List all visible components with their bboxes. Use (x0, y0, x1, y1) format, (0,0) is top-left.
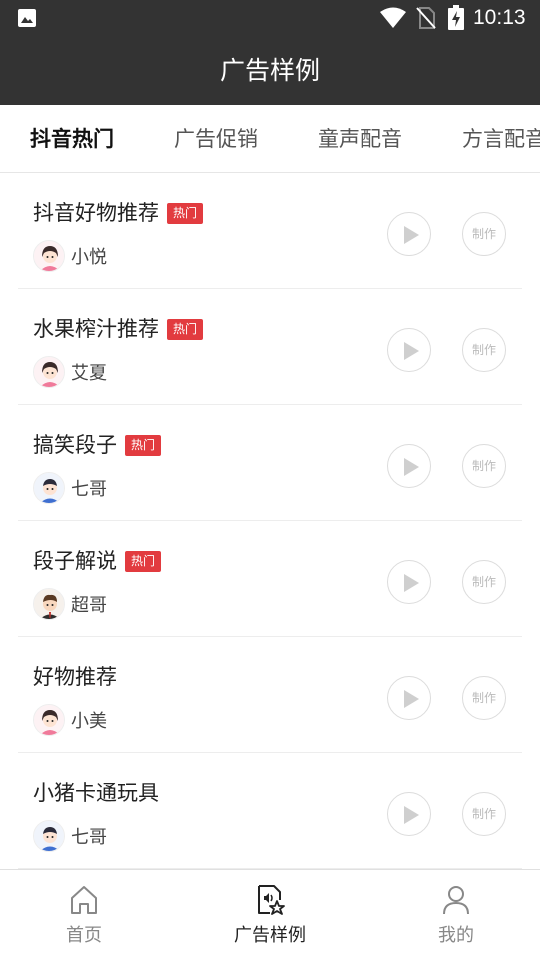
play-button[interactable] (387, 676, 431, 720)
item-name: 水果榨汁推荐 (33, 317, 159, 341)
list-item[interactable]: 抖音好物推荐 热门 小悦 制作 (18, 173, 522, 289)
sample-list: 抖音好物推荐 热门 小悦 制作 水果榨汁推荐 热门 艾夏 制作 搞笑段子 热门 … (0, 173, 540, 869)
list-item[interactable]: 段子解说 热门 超哥 制作 (18, 521, 522, 637)
bottom-nav: 首页 广告样例 我的 (0, 869, 540, 960)
hot-badge: 热门 (125, 434, 162, 456)
home-icon (71, 886, 97, 914)
list-item[interactable]: 小猪卡通玩具 七哥 制作 (18, 753, 522, 869)
make-button[interactable]: 制作 (462, 328, 506, 372)
status-bar: 10:13 (0, 0, 540, 36)
voice-name: 小悦 (71, 247, 107, 268)
hot-badge: 热门 (167, 318, 204, 340)
nav-ad-samples[interactable]: 广告样例 (210, 870, 330, 960)
boy-avatar (33, 472, 65, 504)
nav-mine-label: 我的 (438, 925, 474, 946)
play-button[interactable] (387, 444, 431, 488)
status-time: 10:13 (473, 6, 526, 29)
play-icon (404, 690, 419, 708)
girl-avatar (33, 704, 65, 736)
gallery-icon (18, 9, 36, 27)
item-name: 段子解说 (33, 549, 117, 573)
person-icon (443, 886, 469, 915)
make-button[interactable]: 制作 (462, 676, 506, 720)
item-name: 抖音好物推荐 (33, 201, 159, 225)
nav-mine[interactable]: 我的 (396, 870, 516, 960)
item-name: 小猪卡通玩具 (33, 781, 159, 805)
play-icon (404, 226, 419, 244)
category-tabs: 抖音热门 广告促销 童声配音 方言配音 (0, 105, 540, 173)
nav-ad-samples-label: 广告样例 (234, 925, 306, 946)
list-item[interactable]: 好物推荐 小美 制作 (18, 637, 522, 753)
voice-name: 艾夏 (71, 363, 107, 384)
play-icon (404, 342, 419, 360)
nav-home-label: 首页 (66, 925, 102, 946)
battery-charging-icon (448, 5, 464, 30)
list-item[interactable]: 水果榨汁推荐 热门 艾夏 制作 (18, 289, 522, 405)
play-button[interactable] (387, 212, 431, 256)
man-avatar (33, 588, 65, 620)
voice-name: 小美 (71, 711, 107, 732)
make-button[interactable]: 制作 (462, 212, 506, 256)
tab-ad-promo[interactable]: 广告促销 (174, 105, 258, 172)
hot-badge: 热门 (167, 202, 204, 224)
audio-doc-star-icon (258, 885, 285, 915)
voice-name: 超哥 (71, 595, 107, 616)
list-item[interactable]: 搞笑段子 热门 七哥 制作 (18, 405, 522, 521)
make-button[interactable]: 制作 (462, 444, 506, 488)
nav-home[interactable]: 首页 (24, 870, 144, 960)
girl-avatar (33, 356, 65, 388)
no-sim-icon (416, 7, 436, 29)
boy-avatar (33, 820, 65, 852)
voice-name: 七哥 (71, 827, 107, 848)
tab-child-voice[interactable]: 童声配音 (318, 105, 402, 172)
hot-badge: 热门 (125, 550, 162, 572)
play-button[interactable] (387, 560, 431, 604)
page-title: 广告样例 (219, 56, 320, 85)
item-name: 好物推荐 (33, 665, 117, 689)
item-name: 搞笑段子 (33, 433, 117, 457)
make-button[interactable]: 制作 (462, 560, 506, 604)
voice-name: 七哥 (71, 479, 107, 500)
girl-avatar (33, 240, 65, 272)
play-icon (404, 458, 419, 476)
play-button[interactable] (387, 792, 431, 836)
tab-douyin-hot[interactable]: 抖音热门 (30, 105, 114, 172)
play-icon (404, 574, 419, 592)
play-icon (404, 806, 419, 824)
play-button[interactable] (387, 328, 431, 372)
tab-dialect-voice[interactable]: 方言配音 (462, 105, 540, 172)
make-button[interactable]: 制作 (462, 792, 506, 836)
title-bar: 广告样例 (0, 36, 540, 105)
wifi-icon (380, 7, 406, 28)
